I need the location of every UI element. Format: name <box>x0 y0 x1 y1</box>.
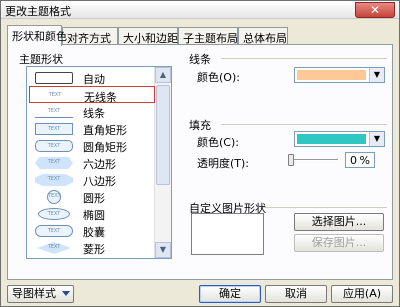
shape-list-item[interactable]: TEXT 八边形 <box>29 171 155 188</box>
shape-list-item[interactable]: 自动 <box>29 69 155 86</box>
transparency-value: 0 <box>350 154 357 167</box>
shape-list-item-label: 六边形 <box>83 158 116 171</box>
shape-list-item[interactable]: TEXT 无线条 <box>29 86 155 104</box>
shape-thumbnail-icon <box>35 72 73 84</box>
fill-color-picker[interactable]: ▼ <box>294 131 385 147</box>
chevron-down-icon[interactable]: ▼ <box>369 68 384 82</box>
tab-shape-and-color[interactable]: 形状和颜色 <box>7 25 67 46</box>
ok-button[interactable]: 确定 <box>199 285 261 303</box>
apply-button[interactable]: 应用(A) <box>331 285 393 303</box>
custom-image-preview <box>191 213 264 255</box>
shape-thumbnail-icon: TEXT <box>35 106 73 118</box>
shape-list-item-label: 数据 <box>83 258 105 259</box>
shape-list-item-label: 圆角矩形 <box>83 141 127 154</box>
shape-thumbnail-icon: TEXT <box>35 140 73 152</box>
scroll-down-button[interactable]: ▼ <box>155 242 171 258</box>
line-group-divider <box>221 58 387 59</box>
window-title: 更改主题格式 <box>5 5 71 18</box>
tab-overall-layout[interactable]: 总体布局 <box>238 27 288 45</box>
chevron-down-icon[interactable]: ▼ <box>369 132 384 146</box>
shape-list-item-label: 自动 <box>83 73 105 86</box>
dropdown-arrow-icon <box>62 291 70 296</box>
fill-group-divider <box>221 124 387 125</box>
transparency-unit: % <box>359 154 370 167</box>
line-color-picker[interactable]: ▼ <box>294 67 385 83</box>
line-color-swatch <box>297 70 366 80</box>
tab-alignment[interactable]: 对齐方式 <box>62 27 118 45</box>
map-style-button[interactable]: 导图样式 <box>7 285 74 303</box>
map-style-label: 导图样式 <box>12 287 56 300</box>
fill-group-title: 填充 <box>189 119 211 132</box>
scroll-thumb[interactable] <box>156 85 170 185</box>
shape-list-item[interactable]: TEXT 菱形 <box>29 239 155 256</box>
custom-image-divider <box>263 207 387 208</box>
shape-list-item-label: 胶囊 <box>83 226 105 239</box>
shape-thumbnail-icon: TEXT <box>35 174 73 186</box>
shape-list-item[interactable]: TEXT 胶囊 <box>29 222 155 239</box>
shape-list-item[interactable]: TEXT 椭圆 <box>29 205 155 222</box>
shape-list-item-label: 菱形 <box>83 243 105 256</box>
tab-subtopic-layout[interactable]: 子主题布局 <box>178 27 238 45</box>
shape-list-item[interactable]: TEXT 线条 <box>29 103 155 120</box>
close-button[interactable]: ✕ <box>355 2 395 18</box>
shape-thumbnail-icon: TEXT <box>37 242 71 254</box>
shape-list-item-label: 直角矩形 <box>83 124 127 137</box>
theme-shape-title: 主题形状 <box>19 53 63 66</box>
transparency-slider-handle[interactable] <box>288 154 294 166</box>
shape-list-item-label: 八边形 <box>83 175 116 188</box>
shape-list-item[interactable]: TEXT 圆形 <box>29 188 155 205</box>
line-color-label: 颜色(O): <box>197 71 240 84</box>
title-bar: 更改主题格式 ✕ <box>1 1 399 19</box>
format-theme-dialog: 更改主题格式 ✕ 形状和颜色 对齐方式 大小和边距 子主题布局 总体布局 主题形… <box>0 0 400 307</box>
shape-thumbnail-icon: TEXT <box>35 157 73 169</box>
transparency-label: 透明度(T): <box>197 157 250 170</box>
shape-list-item-label: 圆形 <box>83 192 105 205</box>
tab-size-and-margin[interactable]: 大小和边距 <box>118 27 178 45</box>
save-image-button[interactable]: 保存图片... <box>294 234 384 252</box>
shape-list-item[interactable]: TEXT 圆角矩形 <box>29 137 155 154</box>
shape-thumbnail-icon: TEXT <box>35 123 73 135</box>
transparency-input[interactable]: 0 % <box>345 152 375 168</box>
fill-color-label: 颜色(C): <box>197 136 239 149</box>
shape-thumbnail-icon: TEXT <box>47 190 61 204</box>
shape-thumbnail-icon: TEXT <box>35 225 73 237</box>
cancel-button[interactable]: 取消 <box>265 285 327 303</box>
shape-list-item[interactable]: TEXT 直角矩形 <box>29 120 155 137</box>
theme-shape-list[interactable]: ▲ ▼ 自动 TEXT 无线条 TEXT 线条 TEXT 直角矩形 TEXT 圆角矩形 TEXT 六… <box>26 66 172 259</box>
shape-thumbnail-icon: TEXT <box>48 92 62 98</box>
scroll-up-button[interactable]: ▲ <box>155 67 171 83</box>
shape-list-item-label: 线条 <box>83 107 105 120</box>
transparency-slider-track[interactable] <box>290 159 338 161</box>
shape-list-item[interactable]: TEXT 六边形 <box>29 154 155 171</box>
shape-list-item[interactable]: TEXT数据 <box>29 256 155 259</box>
list-scrollbar[interactable]: ▲ ▼ <box>154 67 171 258</box>
shape-thumbnail-icon: TEXT <box>38 208 70 220</box>
shape-list-item-label: 椭圆 <box>83 209 105 222</box>
select-image-button[interactable]: 选择图片... <box>294 213 384 231</box>
line-group-title: 线条 <box>189 53 211 66</box>
fill-color-swatch <box>297 134 366 144</box>
